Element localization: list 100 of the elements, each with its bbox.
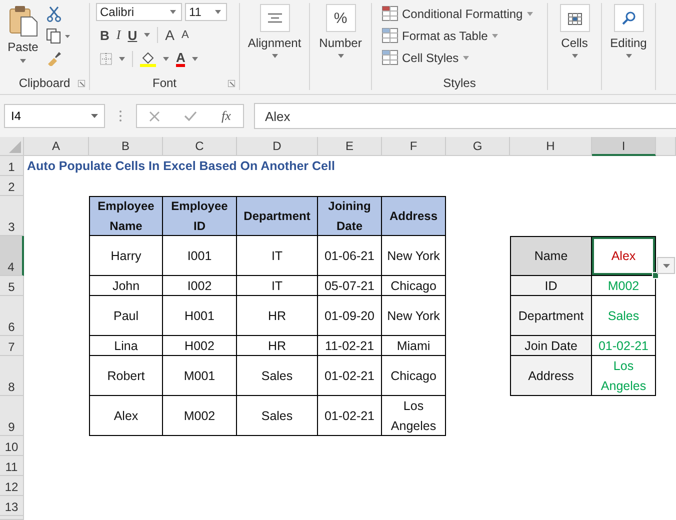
column-header[interactable]: C [163, 137, 237, 156]
cells-button[interactable]: Cells [548, 3, 601, 58]
table-cell: H001 [163, 296, 237, 336]
caret-icon [492, 34, 498, 38]
table-cell: 01-09-20 [318, 296, 382, 336]
drag-handle-icon[interactable] [119, 110, 122, 122]
dialog-launcher-icon[interactable] [228, 80, 235, 87]
table-cell: New York [382, 296, 446, 336]
styles-menu-button[interactable]: Conditional Formatting [382, 4, 537, 23]
caret-icon [170, 10, 176, 14]
column-header[interactable]: A [24, 137, 89, 156]
cancel-icon[interactable] [149, 110, 160, 122]
column-header[interactable]: H [510, 137, 592, 156]
table-cell: Paul [89, 296, 163, 336]
table-cell: Lina [89, 336, 163, 356]
row-header[interactable]: 4 [0, 236, 24, 276]
dialog-launcher-icon[interactable] [78, 80, 85, 87]
table-style-icon [382, 6, 398, 21]
underline-button[interactable]: U [128, 28, 138, 42]
lookup-label-cell: Address [510, 356, 592, 396]
check-icon[interactable] [184, 111, 198, 121]
table-cell: IT [237, 236, 318, 276]
table-cell: I002 [163, 276, 237, 296]
row-header[interactable]: 1 [0, 156, 24, 176]
borders-icon[interactable] [100, 53, 112, 65]
group-label: Styles [443, 76, 476, 90]
column-header[interactable]: E [318, 137, 382, 156]
caret-icon [119, 57, 125, 61]
caret-icon [572, 54, 578, 58]
styles-menu-button[interactable]: Format as Table [382, 26, 537, 45]
row-header[interactable]: 11 [0, 456, 24, 476]
bold-button[interactable]: B [100, 28, 110, 42]
caret-icon [272, 54, 278, 58]
table-cell: 01-02-21 [318, 396, 382, 436]
number-button[interactable]: % Number [310, 3, 371, 58]
paste-button[interactable]: Paste [0, 3, 46, 76]
align-lines-icon [268, 13, 282, 23]
insert-function-button[interactable]: fx [222, 108, 231, 124]
shrink-font-button[interactable]: A [181, 29, 189, 41]
table-header-cell: Department [237, 196, 318, 236]
table-cell: 01-06-21 [318, 236, 382, 276]
column-header[interactable]: F [382, 137, 446, 156]
table-cell: M002 [163, 396, 237, 436]
font-color-button[interactable]: A [176, 52, 186, 66]
row-header[interactable]: 2 [0, 176, 24, 196]
caret-icon [144, 33, 150, 37]
table-header-cell: Address [382, 196, 446, 236]
copy-icon[interactable] [46, 28, 70, 44]
grid-icon [568, 11, 582, 25]
row-header[interactable]: 12 [0, 476, 24, 496]
table-cell: Chicago [382, 356, 446, 396]
table-style-icon [382, 28, 398, 43]
caret-icon [338, 54, 344, 58]
table-header-cell: Employee ID [163, 196, 237, 236]
fill-color-icon[interactable] [140, 51, 156, 67]
paintbrush-icon[interactable] [46, 50, 62, 66]
editing-button[interactable]: Editing [602, 3, 655, 58]
group-label: Clipboard [18, 76, 70, 90]
group-label: Font [152, 76, 176, 90]
row-header[interactable]: 13 [0, 496, 24, 516]
font-size-dropdown[interactable]: 11 [185, 3, 227, 21]
formula-input[interactable]: Alex [254, 103, 676, 129]
row-header[interactable]: 10 [0, 436, 24, 456]
styles-menu-button[interactable]: Cell Styles [382, 48, 537, 67]
table-cell: H002 [163, 336, 237, 356]
caret-icon [20, 59, 26, 63]
font-name-dropdown[interactable]: Calibri [96, 3, 182, 21]
table-cell: HR [237, 336, 318, 356]
table-style-icon [382, 50, 398, 65]
row-header[interactable]: 9 [0, 396, 24, 436]
row-header[interactable]: 6 [0, 296, 24, 336]
dropdown-button[interactable] [657, 257, 675, 274]
table-cell: I001 [163, 236, 237, 276]
table-cell: Sales [237, 396, 318, 436]
lookup-label-cell: Join Date [510, 336, 592, 356]
table-cell: John [89, 276, 163, 296]
alignment-button[interactable]: Alignment [240, 3, 309, 58]
column-header[interactable]: G [446, 137, 510, 156]
column-header[interactable]: D [237, 137, 318, 156]
grow-font-button[interactable]: A [165, 27, 174, 43]
name-box[interactable]: I4 [4, 104, 105, 128]
row-header[interactable]: 3 [0, 196, 24, 236]
table-cell: M001 [163, 356, 237, 396]
caret-icon [526, 12, 533, 16]
scissors-icon[interactable] [46, 6, 62, 22]
lookup-label-cell: Department [510, 296, 592, 336]
fill-handle[interactable] [652, 272, 659, 279]
caret-icon [163, 57, 169, 61]
table-cell: IT [237, 276, 318, 296]
row-header[interactable]: 5 [0, 276, 24, 296]
lookup-label-cell: Name [510, 236, 592, 276]
column-header[interactable]: I [592, 137, 656, 156]
table-cell: Miami [382, 336, 446, 356]
column-header[interactable]: B [89, 137, 163, 156]
lookup-value-cell[interactable]: Alex [592, 236, 656, 276]
clipboard-icon [8, 5, 38, 37]
table-cell: Harry [89, 236, 163, 276]
row-header[interactable]: 7 [0, 336, 24, 356]
italic-button[interactable]: I [116, 27, 121, 43]
row-header[interactable]: 8 [0, 356, 24, 396]
